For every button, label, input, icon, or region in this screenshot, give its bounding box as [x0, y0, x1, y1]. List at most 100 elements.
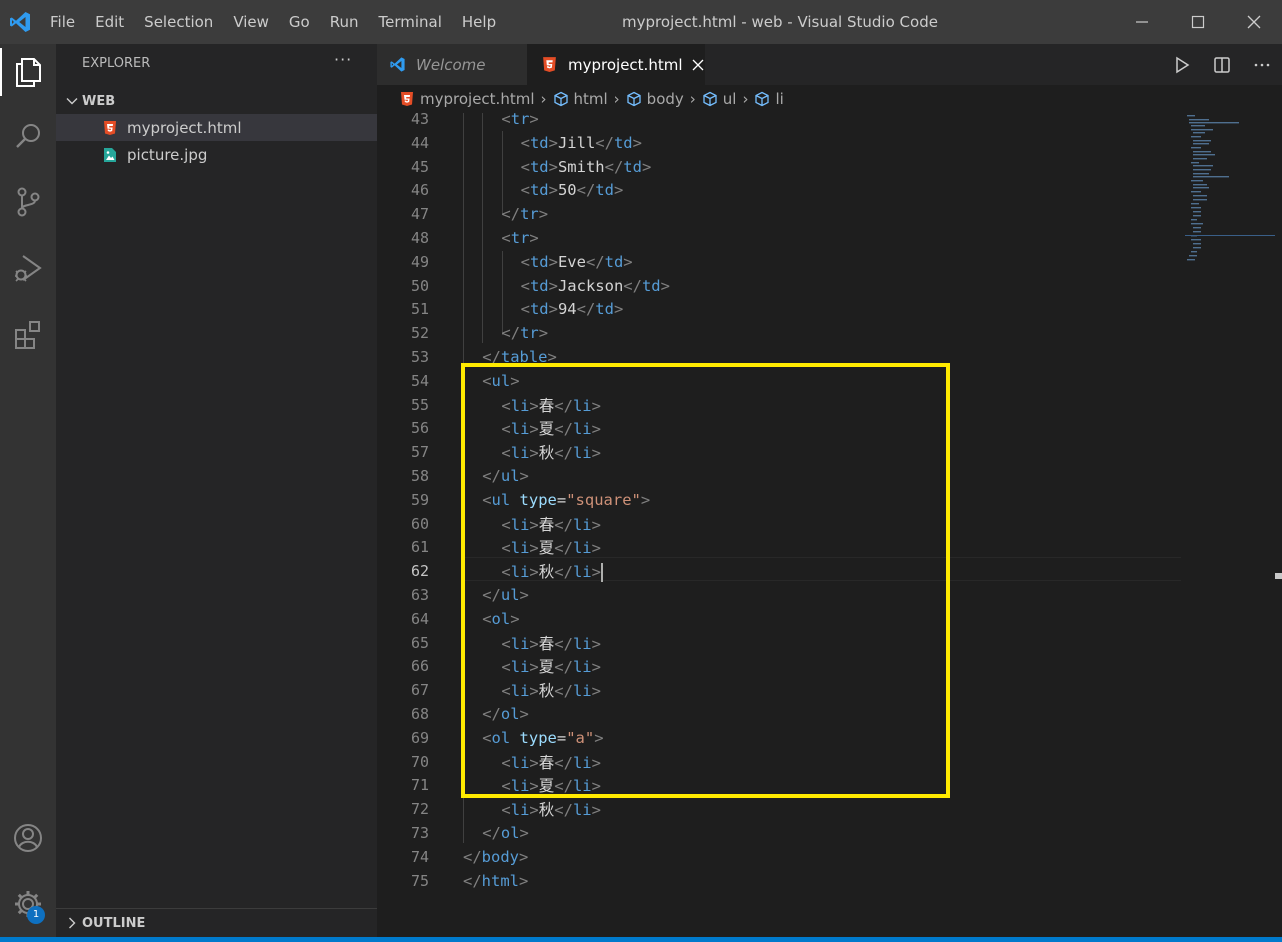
line-number: 60	[410, 514, 429, 533]
explorer-sidebar: EXPLORER ··· WEB myproject.html picture.…	[56, 44, 377, 937]
ellipsis-icon	[1254, 63, 1270, 66]
code-line[interactable]: 72 <li>秋</li>	[377, 797, 1282, 821]
code-line[interactable]: 52 </tr>	[377, 321, 1282, 345]
workspace-folder-header[interactable]: WEB	[64, 90, 115, 112]
chevron-right-icon: ›	[742, 90, 749, 108]
image-file-icon	[104, 147, 116, 162]
symbol-element-icon	[755, 91, 770, 107]
code-token: >	[538, 324, 549, 343]
menu-item-terminal[interactable]: Terminal	[369, 0, 452, 44]
file-item-myproject-html[interactable]: myproject.html	[56, 114, 377, 141]
code-text: <td>50</td>	[521, 181, 624, 199]
menu-item-help[interactable]: Help	[452, 0, 506, 44]
code-token: >	[613, 181, 624, 200]
code-line[interactable]: 43 <tr>	[377, 113, 1282, 131]
symbol-element-icon	[703, 91, 717, 107]
code-token: >	[641, 157, 652, 176]
outline-section-header[interactable]: OUTLINE	[56, 908, 377, 937]
menu-item-selection[interactable]: Selection	[134, 0, 223, 44]
breadcrumb-item-body[interactable]: body	[626, 90, 684, 108]
code-line[interactable]: 51 <td>94</td>	[377, 297, 1282, 321]
menu-item-run[interactable]: Run	[320, 0, 369, 44]
explorer-button[interactable]	[0, 44, 56, 100]
code-token: Jill	[557, 133, 596, 152]
code-line[interactable]: 45 <td>Smith</td>	[377, 155, 1282, 179]
menu-item-edit[interactable]: Edit	[85, 0, 134, 44]
code-text: <td>Smith</td>	[521, 158, 652, 176]
account-button[interactable]	[0, 810, 56, 866]
extensions-button[interactable]	[0, 306, 56, 362]
code-token: <	[520, 157, 530, 176]
breadcrumb-label: li	[775, 90, 784, 108]
menu-item-go[interactable]: Go	[279, 0, 320, 44]
more-actions-button[interactable]: ···	[334, 50, 352, 69]
run-debug-button[interactable]	[0, 240, 56, 296]
split-editor-button[interactable]	[1202, 44, 1242, 85]
code-token: tr	[510, 229, 530, 247]
code-token: td	[604, 252, 624, 271]
manage-settings-button[interactable]: 1	[0, 876, 56, 932]
code-token: </	[604, 157, 624, 176]
code-token: td	[529, 133, 549, 152]
line-number: 68	[410, 705, 429, 723]
source-control-button[interactable]	[0, 174, 56, 230]
highlight-box	[461, 363, 950, 798]
code-token: <	[520, 300, 530, 319]
code-token: td	[595, 300, 614, 319]
code-line[interactable]: 74 </body>	[377, 845, 1282, 869]
code-token: >	[519, 847, 529, 866]
code-line[interactable]: 47 </tr>	[377, 202, 1282, 226]
code-line[interactable]: 44 <td>Jill</td>	[377, 131, 1282, 155]
code-token: </	[623, 276, 642, 295]
breadcrumb-item-html[interactable]: html	[553, 90, 608, 108]
code-line[interactable]: 73 </ol>	[377, 821, 1282, 845]
line-number: 51	[410, 300, 429, 319]
menu-item-file[interactable]: File	[40, 0, 85, 44]
breadcrumb-item-ul[interactable]: ul	[702, 90, 736, 108]
outline-label: OUTLINE	[82, 915, 146, 931]
html5-file-icon	[543, 57, 556, 72]
tab-welcome[interactable]: Welcome	[377, 44, 527, 85]
code-line[interactable]: 75 </html>	[377, 869, 1282, 893]
breadcrumb-label: html	[573, 90, 608, 108]
sidebar-title: EXPLORER	[82, 56, 151, 71]
breadcrumb-item-file[interactable]: myproject.html	[399, 90, 535, 108]
code-token: >	[519, 871, 529, 890]
code-line[interactable]: 48 <tr>	[377, 226, 1282, 250]
breadcrumb-item-li[interactable]: li	[754, 90, 784, 108]
split-editor-icon	[1214, 56, 1230, 73]
maximize-button[interactable]	[1170, 0, 1226, 44]
code-text: <td>Jackson</td>	[521, 277, 670, 295]
code-token: td	[529, 181, 549, 200]
code-token: Smith	[557, 157, 605, 176]
line-number: 49	[410, 252, 429, 271]
file-item-picture-jpg[interactable]: picture.jpg	[56, 141, 377, 168]
close-icon[interactable]	[691, 58, 705, 72]
line-number: 67	[410, 681, 429, 700]
line-number: 52	[410, 324, 429, 343]
code-token: <	[520, 181, 530, 200]
line-number: 69	[410, 728, 429, 747]
more-actions-button[interactable]	[1242, 44, 1282, 85]
menu-item-view[interactable]: View	[223, 0, 279, 44]
activity-bar: 1	[0, 44, 56, 937]
notification-badge: 1	[27, 906, 45, 924]
code-token: tr	[510, 113, 530, 128]
minimize-button[interactable]	[1114, 0, 1170, 44]
breadcrumb-label: body	[646, 90, 684, 108]
code-line[interactable]: 46 <td>50</td>	[377, 178, 1282, 202]
line-number: 55	[410, 395, 429, 414]
code-token: <	[501, 801, 511, 820]
run-button[interactable]	[1162, 44, 1202, 85]
code-line[interactable]: 49 <td>Eve</td>	[377, 250, 1282, 274]
search-button[interactable]	[0, 108, 56, 164]
code-line[interactable]: 50 <td>Jackson</td>	[377, 274, 1282, 298]
code-text: <td>Jill</td>	[521, 134, 642, 152]
tab-label: myproject.html	[568, 55, 683, 74]
close-window-button[interactable]	[1226, 0, 1282, 44]
code-token: li	[510, 801, 530, 820]
line-number: 48	[410, 229, 429, 247]
tab-myproject-html[interactable]: myproject.html	[527, 44, 705, 85]
code-token: >	[548, 133, 558, 152]
line-number: 63	[410, 586, 429, 604]
